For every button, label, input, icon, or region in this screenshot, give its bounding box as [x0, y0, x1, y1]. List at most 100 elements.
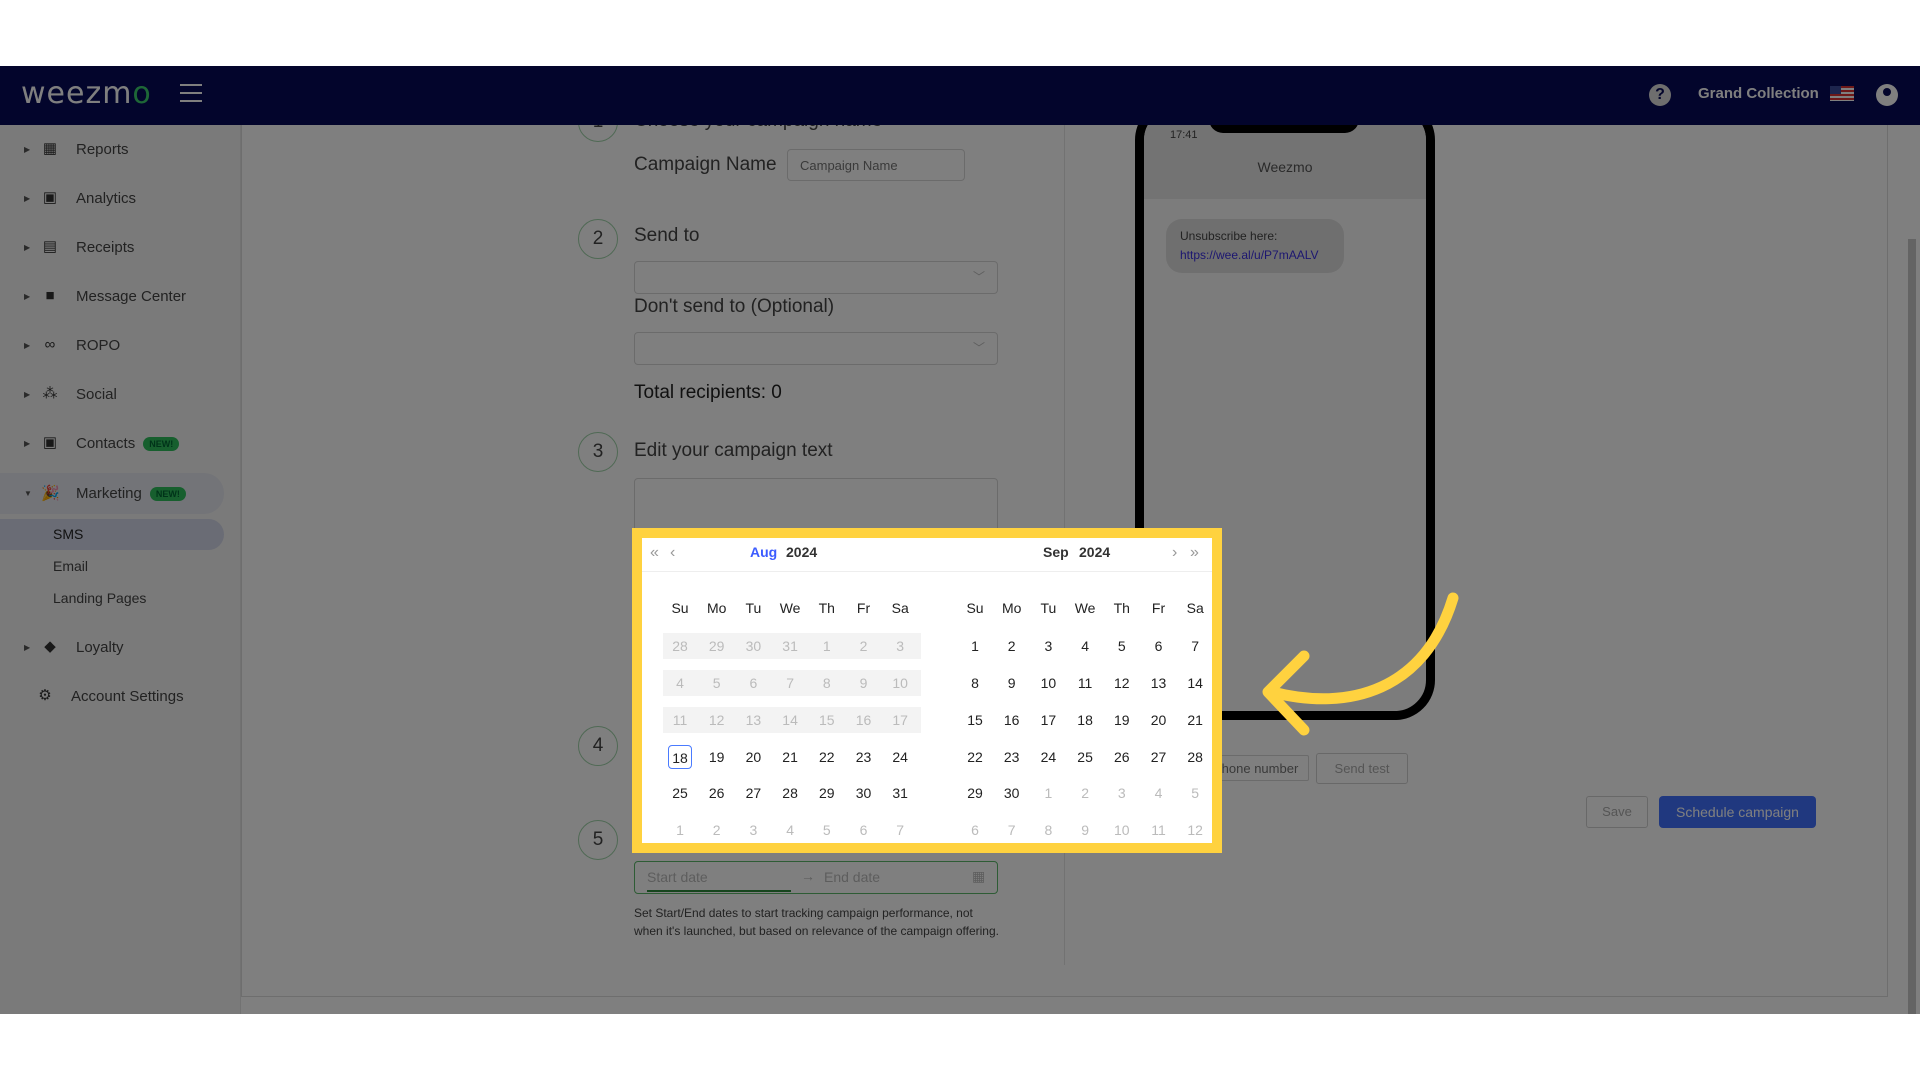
left-calendar-day[interactable]: 7: [884, 818, 916, 842]
left-calendar-day: 6: [749, 675, 758, 691]
left-calendar-day: 16: [855, 712, 872, 728]
left-calendar-day[interactable]: 18: [668, 745, 692, 769]
right-calendar-day[interactable]: 27: [1143, 745, 1175, 769]
right-calendar-day[interactable]: 6: [1143, 634, 1175, 658]
right-calendar-day[interactable]: 23: [996, 745, 1028, 769]
right-calendar-day[interactable]: 7: [1179, 634, 1211, 658]
left-calendar-day: 28: [672, 638, 688, 654]
left-calendar-day[interactable]: 23: [848, 745, 880, 769]
left-calendar-day: 1: [822, 638, 831, 654]
right-calendar-day[interactable]: 8: [1032, 818, 1064, 842]
left-calendar-day[interactable]: 22: [811, 745, 843, 769]
right-calendar-day[interactable]: 7: [996, 818, 1028, 842]
right-calendar-day[interactable]: 3: [1032, 634, 1064, 658]
weekday-header: Fr: [1151, 600, 1166, 616]
right-calendar-day[interactable]: 4: [1069, 634, 1101, 658]
weekday-header: Su: [966, 600, 984, 616]
left-calendar-day[interactable]: 29: [811, 781, 843, 805]
left-calendar-day: 29: [708, 638, 725, 654]
weekday-header: Th: [1113, 600, 1130, 616]
left-calendar-day[interactable]: 26: [701, 781, 733, 805]
right-calendar-day[interactable]: 19: [1106, 708, 1138, 732]
right-calendar-day[interactable]: 10: [1106, 818, 1138, 842]
left-calendar-day: 8: [822, 675, 831, 691]
left-calendar-day: 14: [782, 712, 798, 728]
left-calendar-day: 2: [859, 638, 868, 654]
left-calendar-day: 3: [896, 638, 905, 654]
left-calendar-day[interactable]: 30: [848, 781, 880, 805]
right-month[interactable]: Sep: [1043, 544, 1069, 560]
weekday-header: Mo: [1001, 600, 1022, 616]
left-calendar-day: 9: [859, 675, 868, 691]
next-year-icon[interactable]: »: [1190, 544, 1199, 562]
left-calendar-day: 15: [819, 712, 835, 728]
right-calendar-day[interactable]: 20: [1143, 708, 1175, 732]
right-calendar-day[interactable]: 25: [1069, 745, 1101, 769]
left-calendar-day[interactable]: 2: [701, 818, 733, 842]
right-calendar-day[interactable]: 1: [959, 634, 991, 658]
right-calendar-day[interactable]: 16: [996, 708, 1028, 732]
left-calendar-day[interactable]: 24: [884, 745, 916, 769]
right-calendar-day[interactable]: 11: [1069, 671, 1101, 695]
left-calendar-day: 11: [672, 712, 688, 728]
right-calendar-day[interactable]: 26: [1106, 745, 1138, 769]
prev-month-icon[interactable]: ‹: [670, 544, 675, 562]
left-year[interactable]: 2024: [786, 544, 817, 560]
left-calendar-day: 13: [745, 712, 762, 728]
right-calendar-day[interactable]: 2: [1069, 781, 1101, 805]
left-calendar-day[interactable]: 28: [774, 781, 806, 805]
left-calendar-day[interactable]: 3: [737, 818, 769, 842]
right-calendar-day[interactable]: 17: [1032, 708, 1064, 732]
left-calendar-day[interactable]: 19: [701, 745, 733, 769]
weekday-header: Tu: [1040, 600, 1057, 616]
left-calendar-day[interactable]: 25: [664, 781, 696, 805]
right-calendar-day[interactable]: 15: [959, 708, 991, 732]
right-calendar-day[interactable]: 3: [1106, 781, 1138, 805]
right-calendar-day[interactable]: 9: [1069, 818, 1101, 842]
right-calendar-day[interactable]: 28: [1179, 745, 1211, 769]
left-calendar-day: 10: [892, 675, 908, 691]
right-calendar-day[interactable]: 29: [959, 781, 991, 805]
right-calendar-day[interactable]: 5: [1106, 634, 1138, 658]
right-calendar-day[interactable]: 4: [1143, 781, 1175, 805]
prev-year-icon[interactable]: «: [650, 544, 659, 562]
weekday-header: Sa: [891, 600, 909, 616]
right-calendar-day[interactable]: 12: [1179, 818, 1211, 842]
right-calendar-day[interactable]: 5: [1179, 781, 1211, 805]
right-calendar-day[interactable]: 13: [1143, 671, 1175, 695]
right-calendar-day[interactable]: 12: [1106, 671, 1138, 695]
left-month[interactable]: Aug: [750, 544, 777, 560]
right-calendar-day[interactable]: 11: [1143, 818, 1175, 842]
right-calendar-day[interactable]: 24: [1032, 745, 1064, 769]
date-range-calendar: « ‹ Aug 2024 Sep 2024 › » Su Mo Tu We Th Fr Sa…: [632, 528, 1222, 853]
calendar-header: « ‹ Aug 2024 Sep 2024 › »: [642, 538, 1212, 572]
right-calendar-day[interactable]: 9: [996, 671, 1028, 695]
right-calendar-day[interactable]: 22: [959, 745, 991, 769]
left-calendar-day: 5: [712, 675, 721, 691]
right-year[interactable]: 2024: [1079, 544, 1110, 560]
weekday-header: Fr: [856, 600, 871, 616]
right-calendar-day[interactable]: 30: [996, 781, 1028, 805]
right-calendar-day[interactable]: 8: [959, 671, 991, 695]
left-calendar-day[interactable]: 4: [774, 818, 806, 842]
right-calendar-day[interactable]: 6: [959, 818, 991, 842]
left-calendar-day[interactable]: 21: [774, 745, 806, 769]
weekday-header: We: [1074, 600, 1096, 616]
left-calendar-day[interactable]: 27: [737, 781, 769, 805]
left-calendar-day: 17: [892, 712, 908, 728]
right-calendar-day[interactable]: 21: [1179, 708, 1211, 732]
left-calendar-day[interactable]: 5: [811, 818, 843, 842]
right-calendar-day[interactable]: 1: [1032, 781, 1064, 805]
right-calendar-day[interactable]: 2: [996, 634, 1028, 658]
right-calendar-day[interactable]: 18: [1069, 708, 1101, 732]
left-calendar-day[interactable]: 20: [737, 745, 769, 769]
weekday-header: Su: [671, 600, 689, 616]
right-calendar-day[interactable]: 10: [1032, 671, 1064, 695]
right-calendar-day[interactable]: 14: [1179, 671, 1211, 695]
left-calendar-day[interactable]: 31: [884, 781, 916, 805]
left-calendar-day: 12: [708, 712, 725, 728]
left-calendar-day[interactable]: 1: [664, 818, 696, 842]
weekday-header: We: [779, 600, 801, 616]
next-month-icon[interactable]: ›: [1172, 544, 1177, 562]
left-calendar-day[interactable]: 6: [848, 818, 880, 842]
